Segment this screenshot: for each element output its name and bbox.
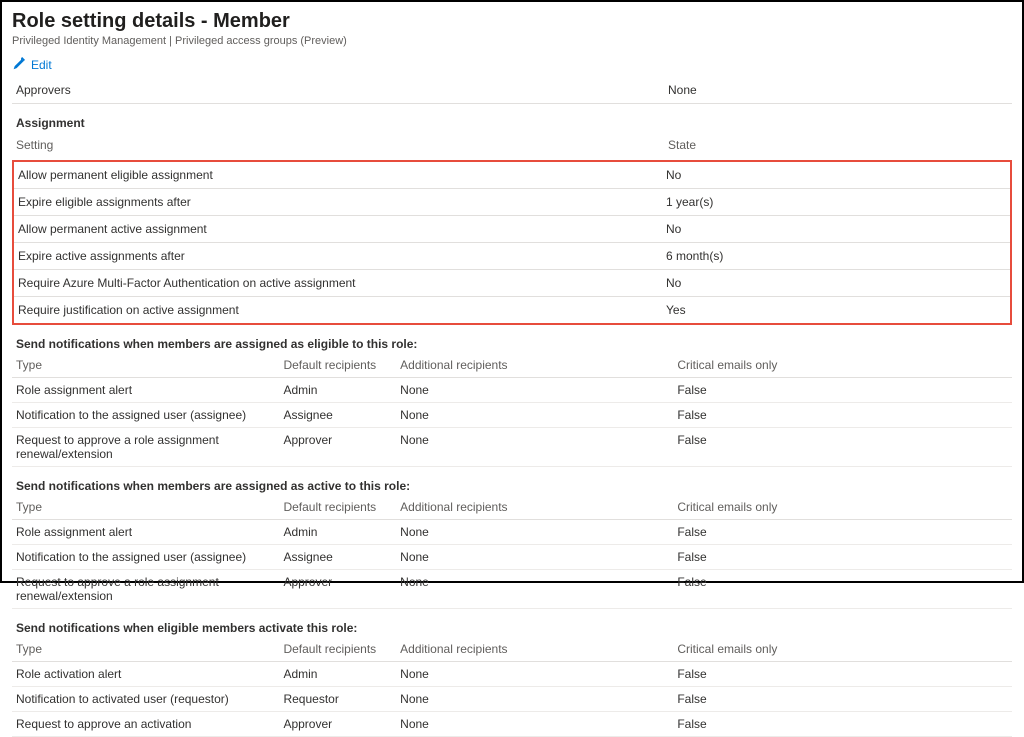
notif-type: Request to approve an activation bbox=[16, 717, 283, 731]
notif-default: Admin bbox=[283, 525, 400, 539]
notif-row: Notification to the assigned user (assig… bbox=[12, 403, 1012, 428]
approvers-label: Approvers bbox=[16, 83, 668, 97]
notif-default: Assignee bbox=[283, 408, 400, 422]
assignment-state: 1 year(s) bbox=[666, 195, 1006, 209]
notif-type: Request to approve a role assignment ren… bbox=[16, 575, 283, 603]
notif-additional: None bbox=[400, 550, 677, 564]
notif-row: Role assignment alert Admin None False bbox=[12, 378, 1012, 403]
assignment-setting: Expire active assignments after bbox=[18, 249, 666, 263]
approvers-value: None bbox=[668, 83, 1008, 97]
notif-default: Admin bbox=[283, 383, 400, 397]
assignment-setting: Require justification on active assignme… bbox=[18, 303, 666, 317]
notif-row: Notification to activated user (requesto… bbox=[12, 687, 1012, 712]
col-additional: Additional recipients bbox=[400, 642, 677, 656]
col-critical: Critical emails only bbox=[677, 500, 1008, 514]
notif-row: Role assignment alert Admin None False bbox=[12, 520, 1012, 545]
notif-type: Notification to the assigned user (assig… bbox=[16, 408, 283, 422]
assignment-row: Expire eligible assignments after 1 year… bbox=[14, 189, 1010, 216]
notif-activate-title: Send notifications when eligible members… bbox=[12, 621, 1012, 635]
notif-type: Role activation alert bbox=[16, 667, 283, 681]
notif-default: Approver bbox=[283, 433, 400, 461]
notif-additional: None bbox=[400, 692, 677, 706]
col-default: Default recipients bbox=[283, 358, 400, 372]
notif-default: Assignee bbox=[283, 550, 400, 564]
assignment-setting: Allow permanent active assignment bbox=[18, 222, 666, 236]
notif-type: Role assignment alert bbox=[16, 525, 283, 539]
pencil-icon bbox=[12, 57, 25, 73]
assignment-row: Allow permanent active assignment No bbox=[14, 216, 1010, 243]
col-setting: Setting bbox=[16, 138, 668, 152]
notif-type: Notification to the assigned user (assig… bbox=[16, 550, 283, 564]
notif-additional: None bbox=[400, 717, 677, 731]
assignment-section-title: Assignment bbox=[12, 116, 1012, 130]
notif-critical: False bbox=[677, 550, 1008, 564]
assignment-setting: Allow permanent eligible assignment bbox=[18, 168, 666, 182]
notif-eligible-title: Send notifications when members are assi… bbox=[12, 337, 1012, 351]
col-type: Type bbox=[16, 642, 283, 656]
notif-type: Request to approve a role assignment ren… bbox=[16, 433, 283, 461]
notif-default: Approver bbox=[283, 717, 400, 731]
notif-critical: False bbox=[677, 692, 1008, 706]
col-type: Type bbox=[16, 500, 283, 514]
notif-active-title: Send notifications when members are assi… bbox=[12, 479, 1012, 493]
col-default: Default recipients bbox=[283, 642, 400, 656]
edit-button[interactable]: Edit bbox=[12, 57, 1012, 77]
col-critical: Critical emails only bbox=[677, 642, 1008, 656]
notif-type: Notification to activated user (requesto… bbox=[16, 692, 283, 706]
page-title: Role setting details - Member bbox=[12, 10, 1012, 33]
assignment-header-row: Setting State bbox=[12, 132, 1012, 158]
notif-default: Admin bbox=[283, 667, 400, 681]
assignment-state: No bbox=[666, 276, 1006, 290]
notif-row: Request to approve an activation Approve… bbox=[12, 712, 1012, 737]
col-additional: Additional recipients bbox=[400, 358, 677, 372]
assignment-row: Require Azure Multi-Factor Authenticatio… bbox=[14, 270, 1010, 297]
edit-label: Edit bbox=[31, 58, 52, 72]
notif-critical: False bbox=[677, 667, 1008, 681]
notif-critical: False bbox=[677, 433, 1008, 461]
notif-additional: None bbox=[400, 667, 677, 681]
approvers-row: Approvers None bbox=[12, 77, 1012, 104]
notif-additional: None bbox=[400, 433, 677, 461]
notif-row: Notification to the assigned user (assig… bbox=[12, 545, 1012, 570]
assignment-state: 6 month(s) bbox=[666, 249, 1006, 263]
notif-additional: None bbox=[400, 575, 677, 603]
col-default: Default recipients bbox=[283, 500, 400, 514]
notif-default: Requestor bbox=[283, 692, 400, 706]
notif-row: Request to approve a role assignment ren… bbox=[12, 570, 1012, 609]
assignment-row: Allow permanent eligible assignment No bbox=[14, 162, 1010, 189]
assignment-setting: Require Azure Multi-Factor Authenticatio… bbox=[18, 276, 666, 290]
notif-row: Role activation alert Admin None False bbox=[12, 662, 1012, 687]
assignment-state: No bbox=[666, 168, 1006, 182]
notif-default: Approver bbox=[283, 575, 400, 603]
notif-additional: None bbox=[400, 525, 677, 539]
notif-critical: False bbox=[677, 383, 1008, 397]
col-additional: Additional recipients bbox=[400, 500, 677, 514]
breadcrumb: Privileged Identity Management | Privile… bbox=[12, 35, 1012, 47]
notif-header-row: Type Default recipients Additional recip… bbox=[12, 637, 1012, 662]
notif-additional: None bbox=[400, 383, 677, 397]
assignment-setting: Expire eligible assignments after bbox=[18, 195, 666, 209]
col-state: State bbox=[668, 138, 1008, 152]
notif-header-row: Type Default recipients Additional recip… bbox=[12, 353, 1012, 378]
notif-header-row: Type Default recipients Additional recip… bbox=[12, 495, 1012, 520]
assignment-row: Require justification on active assignme… bbox=[14, 297, 1010, 323]
assignment-highlight: Allow permanent eligible assignment No E… bbox=[12, 160, 1012, 325]
assignment-row: Expire active assignments after 6 month(… bbox=[14, 243, 1010, 270]
notif-critical: False bbox=[677, 575, 1008, 603]
assignment-state: Yes bbox=[666, 303, 1006, 317]
notif-row: Request to approve a role assignment ren… bbox=[12, 428, 1012, 467]
notif-critical: False bbox=[677, 525, 1008, 539]
notif-type: Role assignment alert bbox=[16, 383, 283, 397]
col-critical: Critical emails only bbox=[677, 358, 1008, 372]
notif-critical: False bbox=[677, 717, 1008, 731]
col-type: Type bbox=[16, 358, 283, 372]
notif-additional: None bbox=[400, 408, 677, 422]
notif-critical: False bbox=[677, 408, 1008, 422]
assignment-state: No bbox=[666, 222, 1006, 236]
